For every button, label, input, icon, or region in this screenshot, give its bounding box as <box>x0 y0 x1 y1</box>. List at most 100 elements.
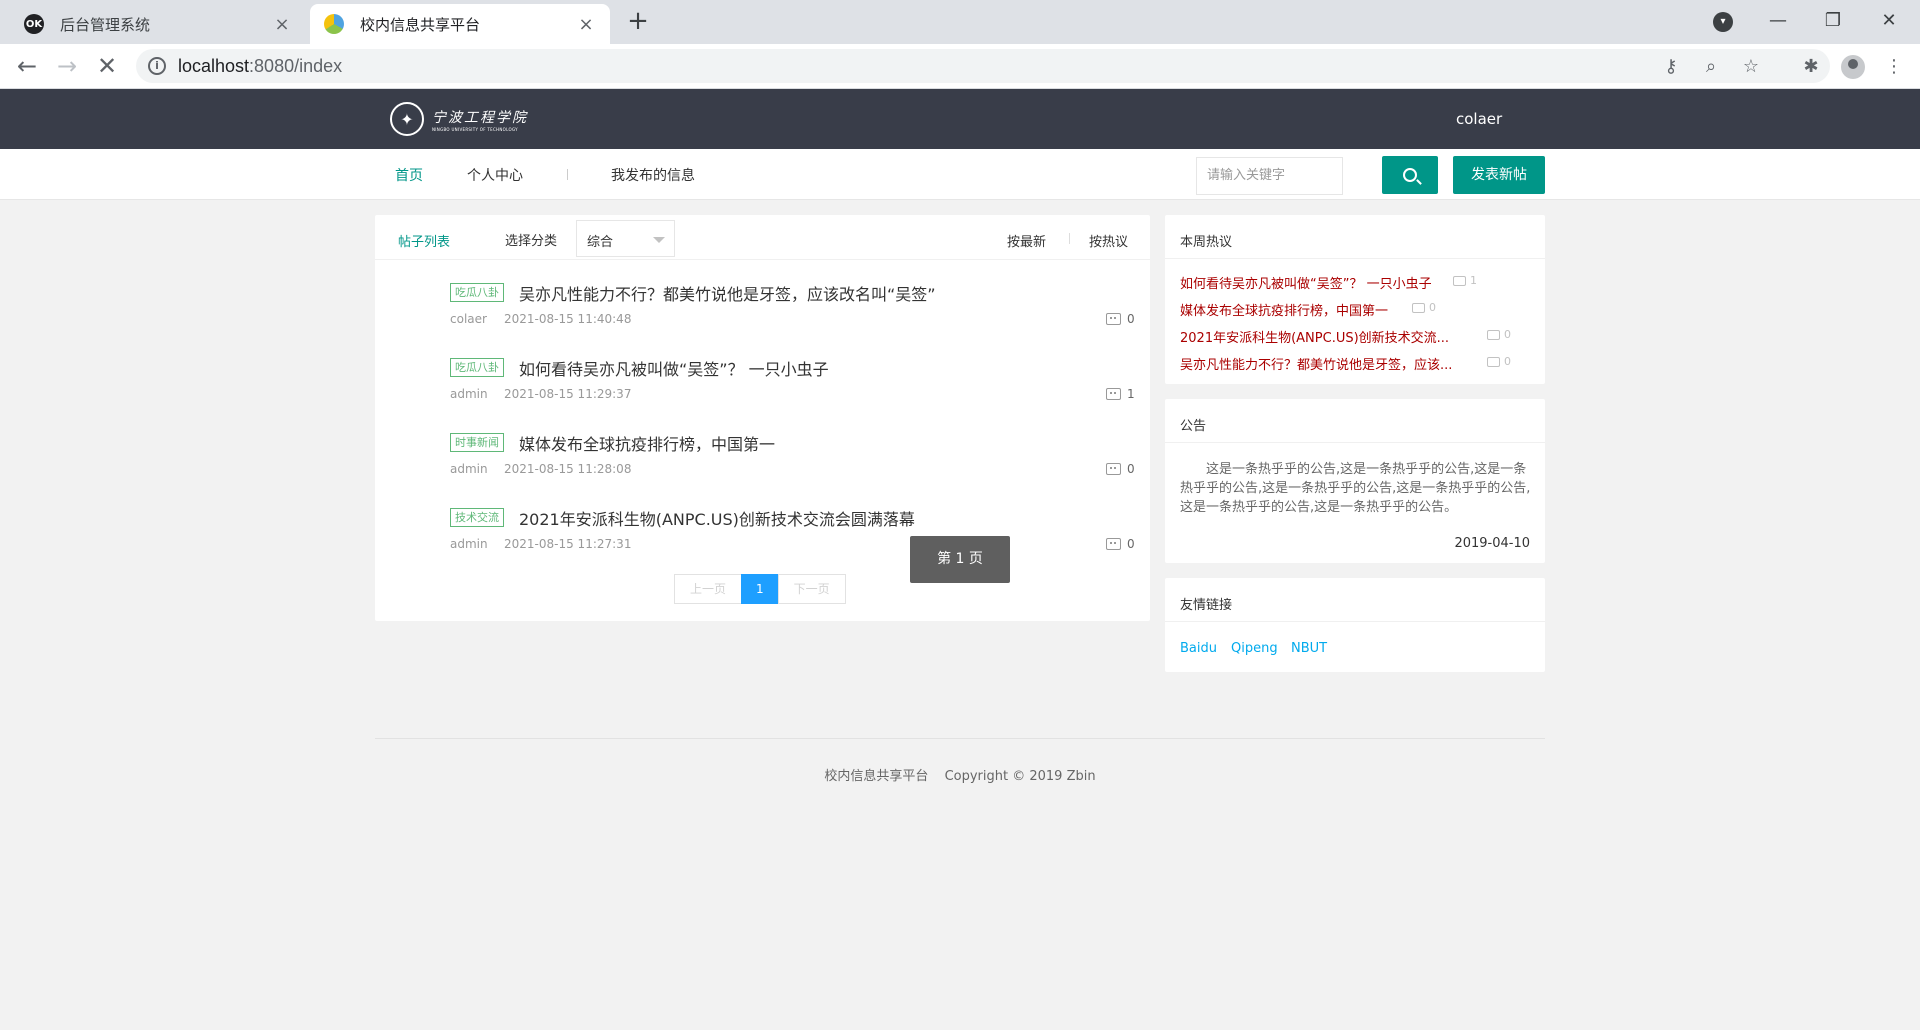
minimize-icon[interactable]: — <box>1755 6 1801 36</box>
site-logo[interactable]: ✦ 宁波工程学院 NINGBO UNIVERSITY OF TECHNOLOGY <box>390 99 528 139</box>
zoom-icon[interactable]: ⌕ <box>1700 56 1722 78</box>
post-item[interactable]: 吃瓜八卦 吴亦凡性能力不行？都美竹说他是牙签，应该改名叫“吴签” colaer … <box>375 283 1150 358</box>
comment-icon <box>1487 357 1500 367</box>
post-category-tag[interactable]: 时事新闻 <box>450 433 504 452</box>
category-select[interactable]: 综合 <box>576 220 675 257</box>
nav-personal-center[interactable]: 个人中心 <box>467 165 523 185</box>
post-category-tag[interactable]: 吃瓜八卦 <box>450 283 504 302</box>
search-input[interactable]: 请输入关键字 <box>1196 157 1343 195</box>
hot-comment-count: 1 <box>1453 274 1477 290</box>
hot-post-link[interactable]: 吴亦凡性能力不行？都美竹说他是牙签，应该... <box>1180 354 1452 374</box>
footer-copyright: Copyright © 2019 Zbin <box>944 769 1096 784</box>
footer-divider <box>375 738 1545 739</box>
comment-icon <box>1106 313 1121 325</box>
more-menu-icon[interactable]: ⋮ <box>1882 55 1906 79</box>
tab-title: 后台管理系统 <box>60 15 151 34</box>
extensions-icon[interactable]: ✱ <box>1799 55 1823 79</box>
post-time: 2021-08-15 11:40:48 <box>504 312 632 326</box>
page-number-button[interactable]: 1 <box>741 574 779 604</box>
page-footer: 校内信息共享平台 Copyright © 2019 Zbin <box>0 765 1920 784</box>
hot-comment-count: 0 <box>1487 355 1511 371</box>
restore-icon[interactable]: ❐ <box>1810 6 1856 36</box>
post-category-tag[interactable]: 吃瓜八卦 <box>450 358 504 377</box>
nav-home[interactable]: 首页 <box>395 165 423 185</box>
hot-post-link[interactable]: 如何看待吴亦凡被叫做“吴签”？ 一只小虫子 <box>1180 273 1432 293</box>
new-tab-icon[interactable]: + <box>624 8 652 36</box>
post-item[interactable]: 吃瓜八卦 如何看待吴亦凡被叫做“吴签”？ 一只小虫子 admin 2021-08… <box>375 358 1150 433</box>
nav-my-posts[interactable]: 我发布的信息 <box>611 165 695 185</box>
friend-link-qipeng[interactable]: Qipeng <box>1231 641 1278 656</box>
browser-toolbar: ← → ✕ i localhost:8080/index ⚷ ⌕ ☆ ✱ ⋮ <box>0 44 1920 89</box>
friend-links-title: 友情链接 <box>1165 578 1545 622</box>
back-icon[interactable]: ← <box>11 50 43 82</box>
new-post-button[interactable]: 发表新帖 <box>1453 156 1545 194</box>
comment-count: 0 <box>1127 462 1135 476</box>
notice-text: 这是一条热乎乎的公告,这是一条热乎乎的公告,这是一条热乎乎的公告,这是一条热乎乎… <box>1180 462 1531 515</box>
bookmark-star-icon[interactable]: ☆ <box>1740 56 1762 78</box>
post-time: 2021-08-15 11:27:31 <box>504 537 632 551</box>
browser-tab-admin[interactable]: OK 后台管理系统 × <box>10 4 306 44</box>
site-info-icon[interactable]: i <box>148 57 166 75</box>
post-title[interactable]: 媒体发布全球抗疫排行榜，中国第一 <box>519 431 775 455</box>
hot-post-link[interactable]: 媒体发布全球抗疫排行榜，中国第一 <box>1180 300 1388 320</box>
tab-title: 校内信息共享平台 <box>360 15 481 34</box>
comment-count: 0 <box>1127 312 1135 326</box>
sort-divider <box>1069 233 1070 244</box>
sort-latest-link[interactable]: 按最新 <box>1007 231 1046 250</box>
hot-post-link[interactable]: 2021年安派科生物(ANPC.US)创新技术交流... <box>1180 327 1449 347</box>
sub-navigation: 首页 个人中心 我发布的信息 请输入关键字 发表新帖 <box>0 149 1920 200</box>
friend-links-panel: 友情链接 Baidu Qipeng NBUT <box>1165 578 1545 672</box>
post-item[interactable]: 时事新闻 媒体发布全球抗疫排行榜，中国第一 admin 2021-08-15 1… <box>375 433 1150 508</box>
comment-icon <box>1106 388 1121 400</box>
post-list-panel: 帖子列表 选择分类 综合 按最新 按热议 吃瓜八卦 吴亦凡性能力不行？都美竹说他… <box>375 215 1150 621</box>
site-header: ✦ 宁波工程学院 NINGBO UNIVERSITY OF TECHNOLOGY… <box>0 89 1920 149</box>
window-close-icon[interactable]: ✕ <box>1866 6 1912 36</box>
post-item[interactable]: 技术交流 2021年安派科生物(ANPC.US)创新技术交流会圆满落幕 admi… <box>375 508 1150 583</box>
category-value: 综合 <box>587 235 614 250</box>
url-text: localhost:8080/index <box>178 56 343 76</box>
comment-count: 1 <box>1127 387 1135 401</box>
post-author[interactable]: admin <box>450 387 488 401</box>
close-icon[interactable]: × <box>272 14 292 35</box>
footer-site-name[interactable]: 校内信息共享平台 <box>824 769 928 784</box>
post-title[interactable]: 2021年安派科生物(ANPC.US)创新技术交流会圆满落幕 <box>519 506 915 530</box>
friend-link-baidu[interactable]: Baidu <box>1180 641 1217 656</box>
profile-avatar-icon[interactable] <box>1841 55 1865 79</box>
forward-icon[interactable]: → <box>51 50 83 82</box>
next-page-button[interactable]: 下一页 <box>777 574 846 604</box>
comment-icon <box>1453 276 1466 286</box>
post-title[interactable]: 如何看待吴亦凡被叫做“吴签”？ 一只小虫子 <box>519 356 829 380</box>
hot-comment-count: 0 <box>1487 328 1511 344</box>
post-author[interactable]: colaer <box>450 312 487 326</box>
post-list-title[interactable]: 帖子列表 <box>398 231 450 250</box>
nav-divider <box>567 169 568 180</box>
browser-tabstrip: OK 后台管理系统 × 校内信息共享平台 × + ▾ — ❐ ✕ <box>0 0 1920 44</box>
post-author[interactable]: admin <box>450 537 488 551</box>
comment-icon <box>1487 330 1500 340</box>
post-author[interactable]: admin <box>450 462 488 476</box>
notice-date: 2019-04-10 <box>1454 536 1530 551</box>
prev-page-button[interactable]: 上一页 <box>674 574 743 604</box>
stop-loading-icon[interactable]: ✕ <box>91 50 123 82</box>
comment-icon <box>1412 303 1425 313</box>
address-bar[interactable]: i localhost:8080/index ⚷ ⌕ ☆ <box>136 49 1830 83</box>
dropdown-caret-icon <box>653 237 665 243</box>
post-list-header: 帖子列表 选择分类 综合 按最新 按热议 <box>375 215 1150 260</box>
school-emblem-icon: ✦ <box>390 102 424 136</box>
post-title[interactable]: 吴亦凡性能力不行？都美竹说他是牙签，应该改名叫“吴签” <box>519 281 936 305</box>
notice-panel: 公告 这是一条热乎乎的公告,这是一条热乎乎的公告,这是一条热乎乎的公告,这是一条… <box>1165 399 1545 563</box>
sort-hot-link[interactable]: 按热议 <box>1089 231 1128 250</box>
key-icon[interactable]: ⚷ <box>1660 56 1682 78</box>
friend-link-nbut[interactable]: NBUT <box>1291 641 1327 656</box>
post-time: 2021-08-15 11:29:37 <box>504 387 632 401</box>
header-username[interactable]: colaer <box>1456 110 1502 128</box>
weekly-hot-panel: 本周热议 如何看待吴亦凡被叫做“吴签”？ 一只小虫子 1 媒体发布全球抗疫排行榜… <box>1165 215 1545 384</box>
notice-title: 公告 <box>1165 399 1545 443</box>
close-icon[interactable]: × <box>576 14 596 35</box>
post-time: 2021-08-15 11:28:08 <box>504 462 632 476</box>
search-button[interactable] <box>1382 156 1438 194</box>
browser-tab-platform[interactable]: 校内信息共享平台 × <box>310 4 610 44</box>
post-category-tag[interactable]: 技术交流 <box>450 508 504 527</box>
tab-search-icon[interactable]: ▾ <box>1713 12 1733 32</box>
pagination: 上一页 1 下一页 <box>674 574 846 604</box>
